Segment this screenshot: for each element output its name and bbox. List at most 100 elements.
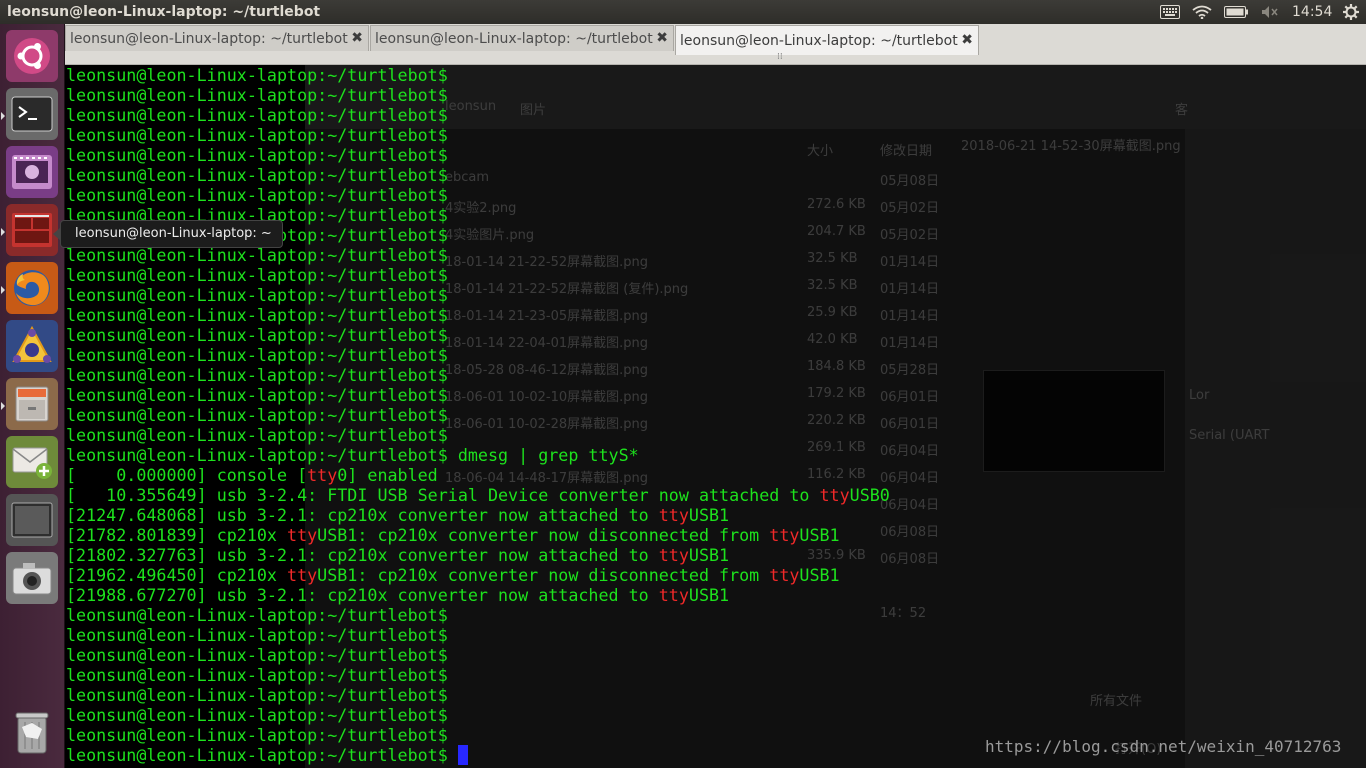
- close-icon[interactable]: ✖: [351, 30, 363, 46]
- network-diagram-icon[interactable]: [6, 320, 58, 372]
- remote-desktop-icon[interactable]: [6, 204, 58, 256]
- sidebar-snippet: 客: [1175, 103, 1189, 118]
- terminal-line: leonsun@leon-Linux-laptop:~/turtlebot$: [66, 145, 890, 165]
- terminal-text: USB1: [688, 545, 730, 565]
- terminal-text: [21988.677270] usb 3-2.1: cp210x convert…: [66, 585, 659, 605]
- preview-text: Serial (UART: [1189, 428, 1270, 443]
- terminal-line: leonsun@leon-Linux-laptop:~/turtlebot$: [66, 85, 890, 105]
- terminal-text: leonsun@leon-Linux-laptop:~/turtlebot$: [66, 745, 458, 765]
- preview-text: Lor: [1189, 388, 1210, 403]
- tab-label: leonsun@leon-Linux-laptop: ~/turtlebot: [375, 30, 653, 47]
- highlighted-match: tty: [287, 565, 318, 585]
- terminal-text: leonsun@leon-Linux-laptop:~/turtlebot$: [66, 185, 448, 205]
- highlighted-match: tty: [287, 525, 318, 545]
- terminal-line: leonsun@leon-Linux-laptop:~/turtlebot$: [66, 685, 890, 705]
- preview-filename: 2018-06-21 14-52-30屏幕截图.png: [961, 139, 1181, 154]
- volume-muted-icon[interactable]: [1258, 2, 1282, 22]
- terminal-line: leonsun@leon-Linux-laptop:~/turtlebot$: [66, 265, 890, 285]
- battery-icon[interactable]: [1222, 2, 1250, 22]
- video-player-icon[interactable]: [6, 146, 58, 198]
- terminal-text: leonsun@leon-Linux-laptop:~/turtlebot$ d…: [66, 445, 639, 465]
- terminal-text: leonsun@leon-Linux-laptop:~/turtlebot$: [66, 125, 448, 145]
- terminal-line: leonsun@leon-Linux-laptop:~/turtlebot$: [66, 245, 890, 265]
- terminal-text: leonsun@leon-Linux-laptop:~/turtlebot$: [66, 345, 448, 365]
- running-indicator: [1, 286, 5, 294]
- terminal-text: USB1: cp210x converter now disconnected …: [317, 525, 770, 545]
- ubuntu-dash-icon[interactable]: [6, 30, 58, 82]
- terminal-output: leonsun@leon-Linux-laptop:~/turtlebot$ le…: [66, 65, 890, 765]
- terminal-line: [21962.496450] cp210x ttyUSB1: cp210x co…: [66, 565, 890, 585]
- preview-thumbnail: [983, 370, 1165, 472]
- tab-3-active[interactable]: leonsun@leon-Linux-laptop: ~/turtlebot ✖: [675, 25, 979, 55]
- highlighted-match: tty: [658, 545, 689, 565]
- terminal-line: [ 10.355649] usb 3-2.4: FTDI USB Serial …: [66, 485, 890, 505]
- terminal-line: leonsun@leon-Linux-laptop:~/turtlebot$: [66, 665, 890, 685]
- terminal-text: leonsun@leon-Linux-laptop:~/turtlebot$: [66, 145, 448, 165]
- text-cursor: [457, 745, 468, 765]
- highlighted-match: tty: [307, 465, 338, 485]
- terminal-line: [21802.327763] usb 3-2.1: cp210x convert…: [66, 545, 890, 565]
- terminal-line: leonsun@leon-Linux-laptop:~/turtlebot$: [66, 345, 890, 365]
- terminal-icon[interactable]: [6, 88, 58, 140]
- terminal-text: leonsun@leon-Linux-laptop:~/turtlebot$: [66, 365, 448, 385]
- terminal-text: leonsun@leon-Linux-laptop:~/turtlebot$: [66, 305, 448, 325]
- terminal-line: leonsun@leon-Linux-laptop:~/turtlebot$: [66, 625, 890, 645]
- terminal-text: leonsun@leon-Linux-laptop:~/turtlebot$: [66, 685, 448, 705]
- terminal-line: leonsun@leon-Linux-laptop:~/turtlebot$: [66, 365, 890, 385]
- terminal-line: leonsun@leon-Linux-laptop:~/turtlebot$: [66, 125, 890, 145]
- terminal-text: leonsun@leon-Linux-laptop:~/turtlebot$: [66, 725, 448, 745]
- terminal-text: USB0: [849, 485, 890, 505]
- running-indicator: [1, 228, 5, 236]
- terminal-text: [21802.327763] usb 3-2.1: cp210x convert…: [66, 545, 659, 565]
- highlighted-match: tty: [769, 525, 800, 545]
- highlighted-match: tty: [658, 585, 689, 605]
- terminal-text: leonsun@leon-Linux-laptop:~/turtlebot$: [66, 105, 448, 125]
- clock[interactable]: 14:54: [1292, 4, 1332, 20]
- window-title: leonsun@leon-Linux-laptop: ~/turtlebot: [7, 4, 321, 20]
- terminal-text: leonsun@leon-Linux-laptop:~/turtlebot$: [66, 65, 448, 85]
- terminal-text: USB1: [799, 565, 840, 585]
- terminal-line: [21247.648068] usb 3-2.1: cp210x convert…: [66, 505, 890, 525]
- tab-1[interactable]: leonsun@leon-Linux-laptop: ~/turtlebot ✖: [65, 25, 369, 51]
- terminal-text: leonsun@leon-Linux-laptop:~/turtlebot$: [66, 405, 448, 425]
- tab-drag-handle[interactable]: ⁞⁞: [777, 52, 783, 62]
- firefox-icon[interactable]: [6, 262, 58, 314]
- terminal-line: [21988.677270] usb 3-2.1: cp210x convert…: [66, 585, 890, 605]
- running-indicator: [1, 112, 5, 120]
- terminal-view[interactable]: leonsun 图片 客 大小 修改日期 2018-06-21 14-52-30…: [65, 65, 1366, 768]
- terminal-text: leonsun@leon-Linux-laptop:~/turtlebot$: [66, 705, 448, 725]
- terminal-text: [21247.648068] usb 3-2.1: cp210x convert…: [66, 505, 659, 525]
- terminal-line: leonsun@leon-Linux-laptop:~/turtlebot$: [66, 105, 890, 125]
- terminal-text: leonsun@leon-Linux-laptop:~/turtlebot$: [66, 645, 448, 665]
- terminal-line: leonsun@leon-Linux-laptop:~/turtlebot$: [66, 165, 890, 185]
- tab-label: leonsun@leon-Linux-laptop: ~/turtlebot: [680, 32, 958, 49]
- terminal-text: 0] enabled: [337, 465, 438, 485]
- terminal-text: USB1: [799, 525, 840, 545]
- terminal-text: leonsun@leon-Linux-laptop:~/turtlebot$: [66, 165, 448, 185]
- terminal-line: leonsun@leon-Linux-laptop:~/turtlebot$: [66, 705, 890, 725]
- power-gear-icon[interactable]: [1340, 2, 1362, 22]
- top-panel: leonsun@leon-Linux-laptop: ~/turtlebot 1…: [0, 0, 1366, 24]
- terminal-text: USB1: [688, 585, 730, 605]
- watermark: https://blog.csdn.net/weixin_40712763: [985, 737, 1342, 756]
- close-icon[interactable]: ✖: [656, 30, 668, 46]
- terminal-line: leonsun@leon-Linux-laptop:~/turtlebot$: [66, 645, 890, 665]
- file-type-filter: 所有文件: [1090, 694, 1143, 709]
- keyboard-icon[interactable]: [1158, 2, 1182, 22]
- tab-2[interactable]: leonsun@leon-Linux-laptop: ~/turtlebot ✖: [370, 25, 674, 51]
- wifi-icon[interactable]: [1190, 2, 1214, 22]
- terminal-text: [21962.496450] cp210x: [66, 565, 288, 585]
- terminal-text: leonsun@leon-Linux-laptop:~/turtlebot$: [66, 265, 448, 285]
- launcher-tooltip: leonsun@leon-Linux-laptop: ~: [53, 220, 283, 248]
- close-icon[interactable]: ✖: [961, 32, 973, 48]
- screenshot-camera-icon[interactable]: [6, 552, 58, 604]
- tab-bar: leonsun@leon-Linux-laptop: ~/turtlebot ✖…: [65, 24, 1366, 65]
- terminal-text: leonsun@leon-Linux-laptop:~/turtlebot$: [66, 605, 448, 625]
- terminal-text: leonsun@leon-Linux-laptop:~/turtlebot$: [66, 245, 448, 265]
- mail-icon[interactable]: [6, 436, 58, 488]
- file-manager-icon[interactable]: [6, 378, 58, 430]
- terminal-line: [ 0.000000] console [tty0] enabled: [66, 465, 890, 485]
- workspace-icon[interactable]: [6, 494, 58, 546]
- terminal-line: leonsun@leon-Linux-laptop:~/turtlebot$: [66, 725, 890, 745]
- trash-icon[interactable]: [6, 706, 58, 758]
